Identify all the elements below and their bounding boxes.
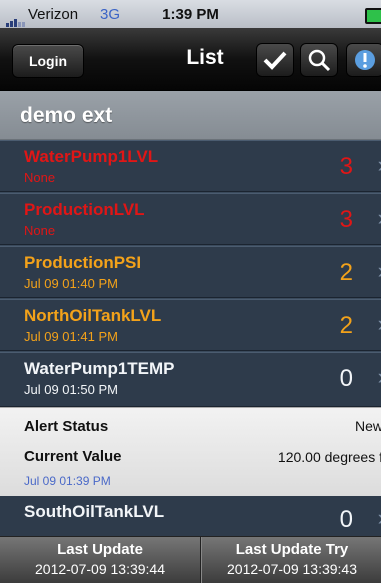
list-item[interactable]: NorthOilTankLVL Jul 09 01:41 PM 2 › xyxy=(0,299,381,351)
last-update-value: 2012-07-09 13:39:44 xyxy=(35,561,165,577)
login-back-button[interactable]: Login xyxy=(12,44,84,78)
list-item[interactable]: WaterPump1LVL None 3 › xyxy=(0,140,381,192)
section-title: demo ext xyxy=(20,104,113,127)
alert-bell-icon xyxy=(355,50,375,70)
list-item[interactable]: ProductionLVL None 3 › xyxy=(0,193,381,245)
current-value-timestamp: Jul 09 01:39 PM xyxy=(24,474,111,488)
item-subtitle: Jul 09 01:40 PM xyxy=(24,276,118,291)
alert-detail-panel: Alert Status New Current Value 120.00 de… xyxy=(0,407,381,498)
alert-count: 0 xyxy=(339,365,353,392)
alert-count: 2 xyxy=(339,259,353,286)
last-update-panel: Last Update 2012-07-09 13:39:44 xyxy=(0,537,201,583)
item-name: ProductionLVL xyxy=(24,200,145,219)
list-item[interactable]: ProductionPSI Jul 09 01:40 PM 2 › xyxy=(0,246,381,298)
item-subtitle: None xyxy=(24,223,56,238)
alert-count: 0 xyxy=(339,506,353,533)
item-name: NorthOilTankLVL xyxy=(24,306,162,325)
item-name: ProductionPSI xyxy=(24,253,142,272)
item-subtitle: Jul 09 01:41 PM xyxy=(24,329,118,344)
alert-status-value: New xyxy=(354,418,381,434)
last-update-label: Last Update xyxy=(57,541,143,558)
last-update-try-value: 2012-07-09 13:39:43 xyxy=(227,561,357,577)
last-update-try-label: Last Update Try xyxy=(235,541,349,558)
item-name: WaterPump1TEMP xyxy=(24,359,175,378)
clock: 1:39 PM xyxy=(162,6,219,23)
checkmark-icon xyxy=(263,51,287,70)
battery-icon xyxy=(365,8,381,24)
last-update-try-panel: Last Update Try 2012-07-09 13:39:43 xyxy=(201,537,381,583)
current-value-label: Current Value xyxy=(24,448,122,465)
alert-count: 3 xyxy=(339,153,353,180)
item-name: SouthOilTankLVL xyxy=(24,502,165,521)
navigation-bar: Login List xyxy=(0,28,381,91)
checkmark-button[interactable] xyxy=(256,43,294,77)
section-header: demo ext xyxy=(0,91,381,140)
alert-count: 2 xyxy=(339,312,353,339)
search-button[interactable] xyxy=(300,43,338,77)
item-subtitle: Jul 09 01:50 PM xyxy=(24,382,118,397)
status-bar: Verizon 3G 1:39 PM xyxy=(0,0,381,28)
list-item[interactable]: WaterPump1TEMP Jul 09 01:50 PM 0 › xyxy=(0,352,381,407)
item-name: WaterPump1LVL xyxy=(24,147,159,166)
bottom-toolbar: Last Update 2012-07-09 13:39:44 Last Upd… xyxy=(0,536,381,583)
search-icon xyxy=(308,49,331,72)
current-value: 120.00 degrees f xyxy=(277,449,381,465)
item-subtitle: None xyxy=(24,170,56,185)
alert-button[interactable] xyxy=(346,43,381,77)
page-title: List xyxy=(186,46,224,69)
alert-status-label: Alert Status xyxy=(24,418,109,435)
list-item[interactable]: SouthOilTankLVL 0 › xyxy=(0,496,381,536)
alert-count: 3 xyxy=(339,206,353,233)
